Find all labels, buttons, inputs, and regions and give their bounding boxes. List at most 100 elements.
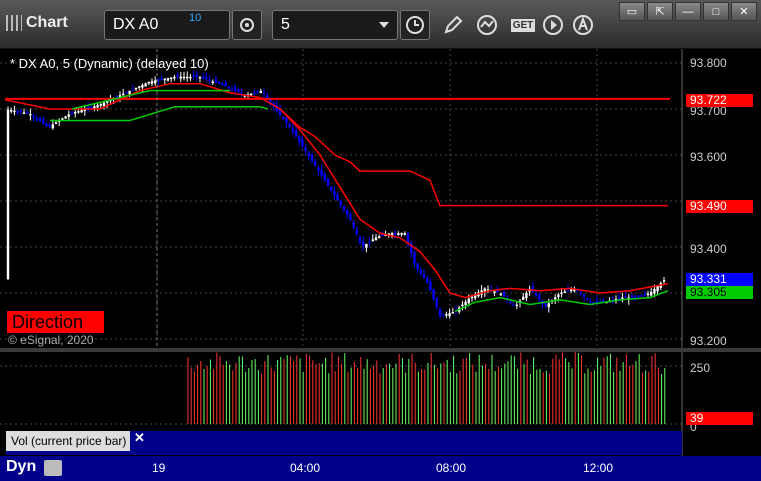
candle-body xyxy=(45,123,48,127)
candle-body xyxy=(224,82,227,87)
candle-body xyxy=(166,78,170,81)
candle-body xyxy=(307,153,310,157)
candle-body xyxy=(285,118,288,123)
candle-body xyxy=(38,118,42,122)
candle-body xyxy=(531,286,534,292)
symbol-input[interactable]: DX A0 10 xyxy=(104,10,230,40)
candle-body xyxy=(317,167,320,171)
candle-body xyxy=(534,293,538,296)
candle-body xyxy=(67,114,70,117)
candle-body xyxy=(170,77,173,79)
price-axis-label: 93.400 xyxy=(690,242,727,256)
candle-body xyxy=(342,206,346,211)
candle-body xyxy=(134,87,138,90)
candle-body xyxy=(227,86,230,89)
candle-body xyxy=(413,252,416,264)
candle-body xyxy=(22,112,26,114)
candle-body xyxy=(323,174,326,181)
pencil-icon[interactable] xyxy=(440,12,466,38)
candle-body xyxy=(179,76,182,79)
study-icon[interactable] xyxy=(474,12,500,38)
candle-body xyxy=(259,90,262,94)
candle-body xyxy=(563,291,566,294)
candle-body xyxy=(368,241,371,244)
candle-body xyxy=(294,130,298,137)
candle-body xyxy=(29,113,32,116)
candle-body xyxy=(416,263,419,270)
candle-body xyxy=(288,124,291,127)
gear-icon[interactable] xyxy=(232,10,262,40)
candle-body xyxy=(451,312,454,314)
candle-body xyxy=(438,308,442,316)
candle-body xyxy=(525,292,528,299)
candle-body xyxy=(637,295,640,298)
close-icon[interactable]: ✕ xyxy=(731,2,757,21)
candle-body xyxy=(128,90,131,95)
interval-select[interactable]: 5 xyxy=(272,10,398,40)
candle-body xyxy=(509,301,512,303)
grip-icon[interactable] xyxy=(6,15,22,31)
window-title: Chart xyxy=(6,14,68,32)
link-icon[interactable]: ⇱ xyxy=(647,2,673,21)
candle-body xyxy=(326,178,330,186)
candle-body xyxy=(141,84,144,88)
lock-icon[interactable] xyxy=(44,460,62,476)
restore-icon[interactable]: ▭ xyxy=(619,2,645,21)
candle-body xyxy=(80,110,83,113)
candle-body xyxy=(125,92,128,94)
candle-body xyxy=(461,304,464,307)
dyn-label[interactable]: Dyn xyxy=(6,458,36,476)
price-axis-label: 93.200 xyxy=(690,334,727,348)
candle-body xyxy=(586,298,589,300)
volume-axis-label: 250 xyxy=(690,361,711,375)
candle-body xyxy=(330,186,333,191)
candle-body xyxy=(493,291,496,293)
candle-body xyxy=(358,236,362,243)
candle-body xyxy=(96,105,99,108)
candle-body xyxy=(400,233,403,235)
price-chart[interactable] xyxy=(0,49,761,348)
time-label: 12:00 xyxy=(583,461,614,475)
get-icon[interactable]: GET xyxy=(508,12,538,38)
close-icon[interactable]: ✕ xyxy=(134,430,145,446)
candle-body xyxy=(186,76,189,79)
candle-body xyxy=(394,233,397,235)
price-tag-red: 93.722 xyxy=(686,94,753,107)
candle-body xyxy=(333,191,336,196)
candle-body xyxy=(10,110,13,112)
candle-body xyxy=(349,214,352,221)
candle-body xyxy=(262,92,266,95)
candle-body xyxy=(560,292,563,295)
candle-body xyxy=(442,314,445,317)
price-axis-label: 93.800 xyxy=(690,56,727,70)
minimize-icon[interactable]: — xyxy=(675,2,701,21)
candle-body xyxy=(266,95,269,98)
candle-body xyxy=(579,292,582,294)
copyright: © eSignal, 2020 xyxy=(8,333,94,347)
candle-body xyxy=(374,237,378,241)
clock-icon[interactable] xyxy=(400,10,430,40)
interval-text: 5 xyxy=(281,16,290,33)
candle-body xyxy=(422,273,426,279)
candle-body xyxy=(54,122,58,124)
candle-body xyxy=(426,278,429,283)
candle-body xyxy=(214,79,218,83)
candle-body xyxy=(566,290,570,292)
candle-body xyxy=(643,293,646,296)
candle-body xyxy=(656,286,659,292)
candle-body xyxy=(630,295,634,298)
maximize-icon[interactable]: □ xyxy=(703,2,729,21)
candle-body xyxy=(662,280,666,282)
candle-body xyxy=(77,111,80,113)
candle-body xyxy=(624,296,627,299)
play-icon[interactable] xyxy=(540,12,566,38)
candle-body xyxy=(557,294,560,298)
candle-body xyxy=(640,295,643,297)
price-tag-green: 93.305 xyxy=(686,286,753,299)
candle-body xyxy=(253,92,256,94)
red-trailing-line xyxy=(279,108,669,299)
candle-body xyxy=(314,160,317,167)
candle-body xyxy=(621,297,624,300)
alert-icon[interactable] xyxy=(570,12,596,38)
candle-body xyxy=(138,86,141,88)
